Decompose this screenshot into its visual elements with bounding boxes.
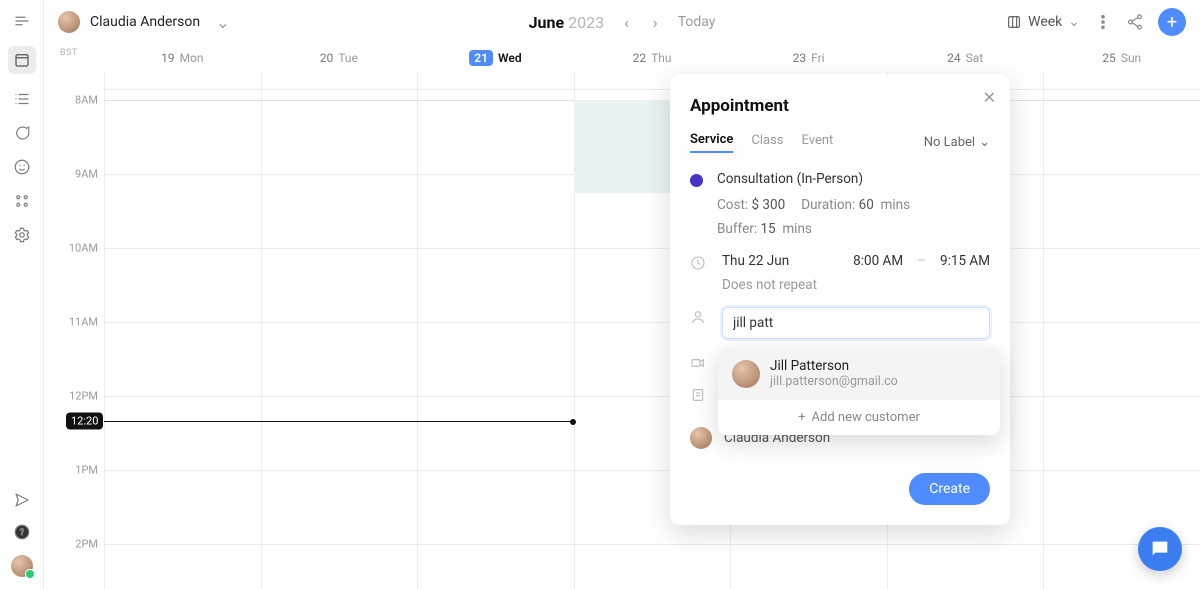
notes-icon (690, 387, 708, 407)
columns-icon (1006, 14, 1022, 30)
chevron-down-icon: ⌄ (1068, 14, 1080, 30)
day-header-row: 19Mon 20Tue 21Wed 22Thu 23Fri 24Sat 25Su… (104, 44, 1200, 72)
more-icon[interactable] (1094, 13, 1112, 31)
intercom-launcher[interactable] (1138, 527, 1182, 571)
topbar: Claudia Anderson ⌄ June2023 ‹ › Today We… (44, 0, 1200, 44)
calendar-nav-icon[interactable] (8, 46, 36, 74)
day-header[interactable]: 22Thu (574, 44, 731, 72)
service-color-dot (690, 174, 703, 187)
today-button[interactable]: Today (678, 14, 716, 30)
close-icon[interactable]: ✕ (983, 88, 996, 107)
day-header[interactable]: 25Sun (1043, 44, 1200, 72)
next-button[interactable]: › (649, 9, 662, 36)
create-button[interactable]: Create (909, 473, 990, 505)
day-header[interactable]: 23Fri (730, 44, 887, 72)
user-name: Claudia Anderson (90, 14, 200, 30)
apps-nav-icon[interactable] (13, 192, 31, 210)
modal-title: Appointment (690, 96, 990, 116)
plus-icon: + (798, 410, 805, 425)
video-icon (690, 355, 708, 375)
left-rail: ? (0, 0, 44, 589)
avatar (732, 360, 760, 388)
person-icon (690, 309, 708, 339)
now-indicator: 12:20 (66, 413, 103, 430)
label-dropdown[interactable]: No Label⌄ (924, 135, 990, 150)
day-header-active[interactable]: 21Wed (417, 44, 574, 72)
date-picker[interactable]: Thu 22 Jun (722, 253, 789, 269)
service-name[interactable]: Consultation (In-Person) (717, 171, 990, 187)
add-button[interactable]: + (1158, 8, 1186, 36)
month-year: June2023 (529, 13, 604, 32)
time-column: 8AM 9AM 10AM 11AM 12PM 1PM 2PM (44, 72, 104, 589)
now-line (104, 421, 573, 422)
chat-icon (1149, 538, 1171, 560)
chevron-down-icon: ⌄ (216, 13, 229, 32)
chevron-down-icon: ⌄ (979, 135, 990, 150)
appointment-modal: Appointment ✕ Service Class Event No Lab… (670, 74, 1010, 525)
suggestion-item[interactable]: Jill Patterson jill.patterson@gmail.co (718, 348, 1000, 399)
clock-icon (690, 255, 708, 293)
day-header[interactable]: 19Mon (104, 44, 261, 72)
end-time[interactable]: 9:15 AM (940, 253, 990, 269)
timezone-label: BST (60, 48, 78, 58)
profile-avatar[interactable] (11, 555, 33, 577)
day-header[interactable]: 24Sat (887, 44, 1044, 72)
help-icon[interactable]: ? (13, 523, 31, 541)
prev-button[interactable]: ‹ (620, 9, 633, 36)
day-header[interactable]: 20Tue (261, 44, 418, 72)
start-time[interactable]: 8:00 AM (853, 253, 903, 269)
svg-text:?: ? (19, 528, 23, 538)
customer-suggestions: Jill Patterson jill.patterson@gmail.co +… (718, 348, 1000, 435)
menu-icon[interactable] (13, 12, 31, 30)
tab-service[interactable]: Service (690, 132, 733, 153)
repeat-selector[interactable]: Does not repeat (722, 277, 990, 293)
chat-nav-icon[interactable] (13, 124, 31, 142)
avatar (690, 427, 712, 449)
share-icon[interactable] (1126, 13, 1144, 31)
emoji-nav-icon[interactable] (13, 158, 31, 176)
calendar-grid[interactable]: 8AM 9AM 10AM 11AM 12PM 1PM 2PM 12:20 (44, 72, 1200, 589)
view-switcher[interactable]: Week ⌄ (1006, 14, 1080, 30)
user-switcher[interactable]: Claudia Anderson ⌄ (58, 11, 230, 33)
send-nav-icon[interactable] (13, 491, 31, 509)
customer-input[interactable] (722, 307, 990, 339)
gear-icon[interactable] (13, 226, 31, 244)
list-nav-icon[interactable] (13, 90, 31, 108)
avatar (58, 11, 80, 33)
add-new-customer[interactable]: + Add new customer (718, 399, 1000, 435)
tab-event[interactable]: Event (802, 133, 834, 152)
tab-class[interactable]: Class (751, 133, 783, 152)
